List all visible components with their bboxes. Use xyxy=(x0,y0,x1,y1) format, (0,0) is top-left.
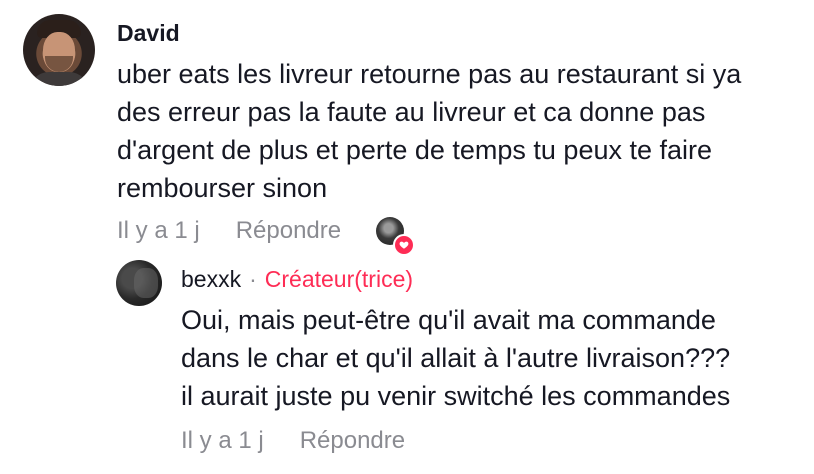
comment-thread: David uber eats les livreur retourne pas… xyxy=(0,0,814,474)
reply-timestamp: Il y a 1 j xyxy=(181,427,264,454)
reply-author-name[interactable]: bexxk xyxy=(181,268,241,291)
reply-meta: Il y a 1 j Répondre xyxy=(181,429,405,453)
comment-text-line: d'argent de plus et perte de temps tu pe… xyxy=(117,135,713,165)
comment-text-line: des erreur pas la faute au livreur et ca… xyxy=(117,97,706,127)
comment-text-line: rembourser sinon xyxy=(117,173,328,203)
avatar-shirt xyxy=(29,72,89,86)
reply-button[interactable]: Répondre xyxy=(236,219,341,243)
reply-text-line: il aurait juste pu venir switché les com… xyxy=(181,381,731,411)
creator-badge: Créateur(trice) xyxy=(264,266,414,292)
comment-meta: Il y a 1 j Répondre xyxy=(117,219,341,243)
avatar-shade xyxy=(134,268,158,298)
avatar-bexxk[interactable] xyxy=(116,260,162,306)
comment-text-line: uber eats les livreur retourne pas au re… xyxy=(117,59,742,89)
reply-author-row: bexxk · Créateur(trice) xyxy=(181,268,413,291)
comment-author-name[interactable]: David xyxy=(117,22,180,45)
comment-text: uber eats les livreur retourne pas au re… xyxy=(117,55,807,207)
reply-text-line: dans le char et qu'il allait à l'autre l… xyxy=(181,343,731,373)
author-separator: · xyxy=(249,266,257,292)
reply-text-line: Oui, mais peut-être qu'il avait ma comma… xyxy=(181,305,716,335)
avatar-david[interactable] xyxy=(23,14,95,86)
avatar-beard xyxy=(45,56,73,72)
reply-button[interactable]: Répondre xyxy=(300,429,405,453)
heart-icon xyxy=(393,234,415,256)
comment-timestamp: Il y a 1 j xyxy=(117,217,200,244)
reply-text: Oui, mais peut-être qu'il avait ma comma… xyxy=(181,301,811,415)
